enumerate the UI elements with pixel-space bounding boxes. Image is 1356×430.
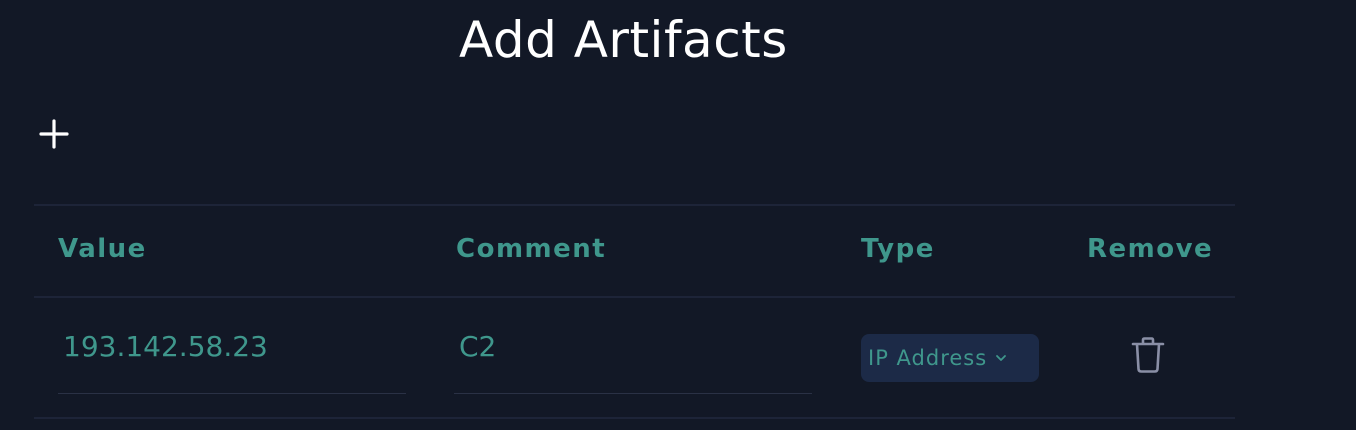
add-artifacts-panel: Add Artifacts Value Comment Type Remove … bbox=[0, 0, 1356, 430]
column-header-remove: Remove bbox=[1087, 234, 1214, 264]
type-select[interactable]: IP Address bbox=[861, 334, 1039, 382]
page-title: Add Artifacts bbox=[459, 11, 788, 69]
type-select-value: IP Address bbox=[868, 346, 988, 370]
value-input[interactable]: 193.142.58.23 bbox=[58, 314, 406, 394]
chevron-down-icon bbox=[996, 355, 1007, 361]
table-top-divider bbox=[34, 204, 1235, 206]
add-artifact-button[interactable] bbox=[38, 116, 72, 152]
comment-input[interactable]: C2 bbox=[454, 314, 812, 394]
column-header-comment: Comment bbox=[456, 234, 607, 264]
column-header-value: Value bbox=[58, 234, 147, 264]
plus-icon bbox=[39, 119, 69, 149]
column-header-type: Type bbox=[861, 234, 935, 264]
remove-artifact-button[interactable] bbox=[1130, 336, 1166, 374]
trash-icon bbox=[1131, 337, 1165, 373]
header-divider bbox=[34, 296, 1235, 298]
row-divider bbox=[34, 417, 1235, 419]
